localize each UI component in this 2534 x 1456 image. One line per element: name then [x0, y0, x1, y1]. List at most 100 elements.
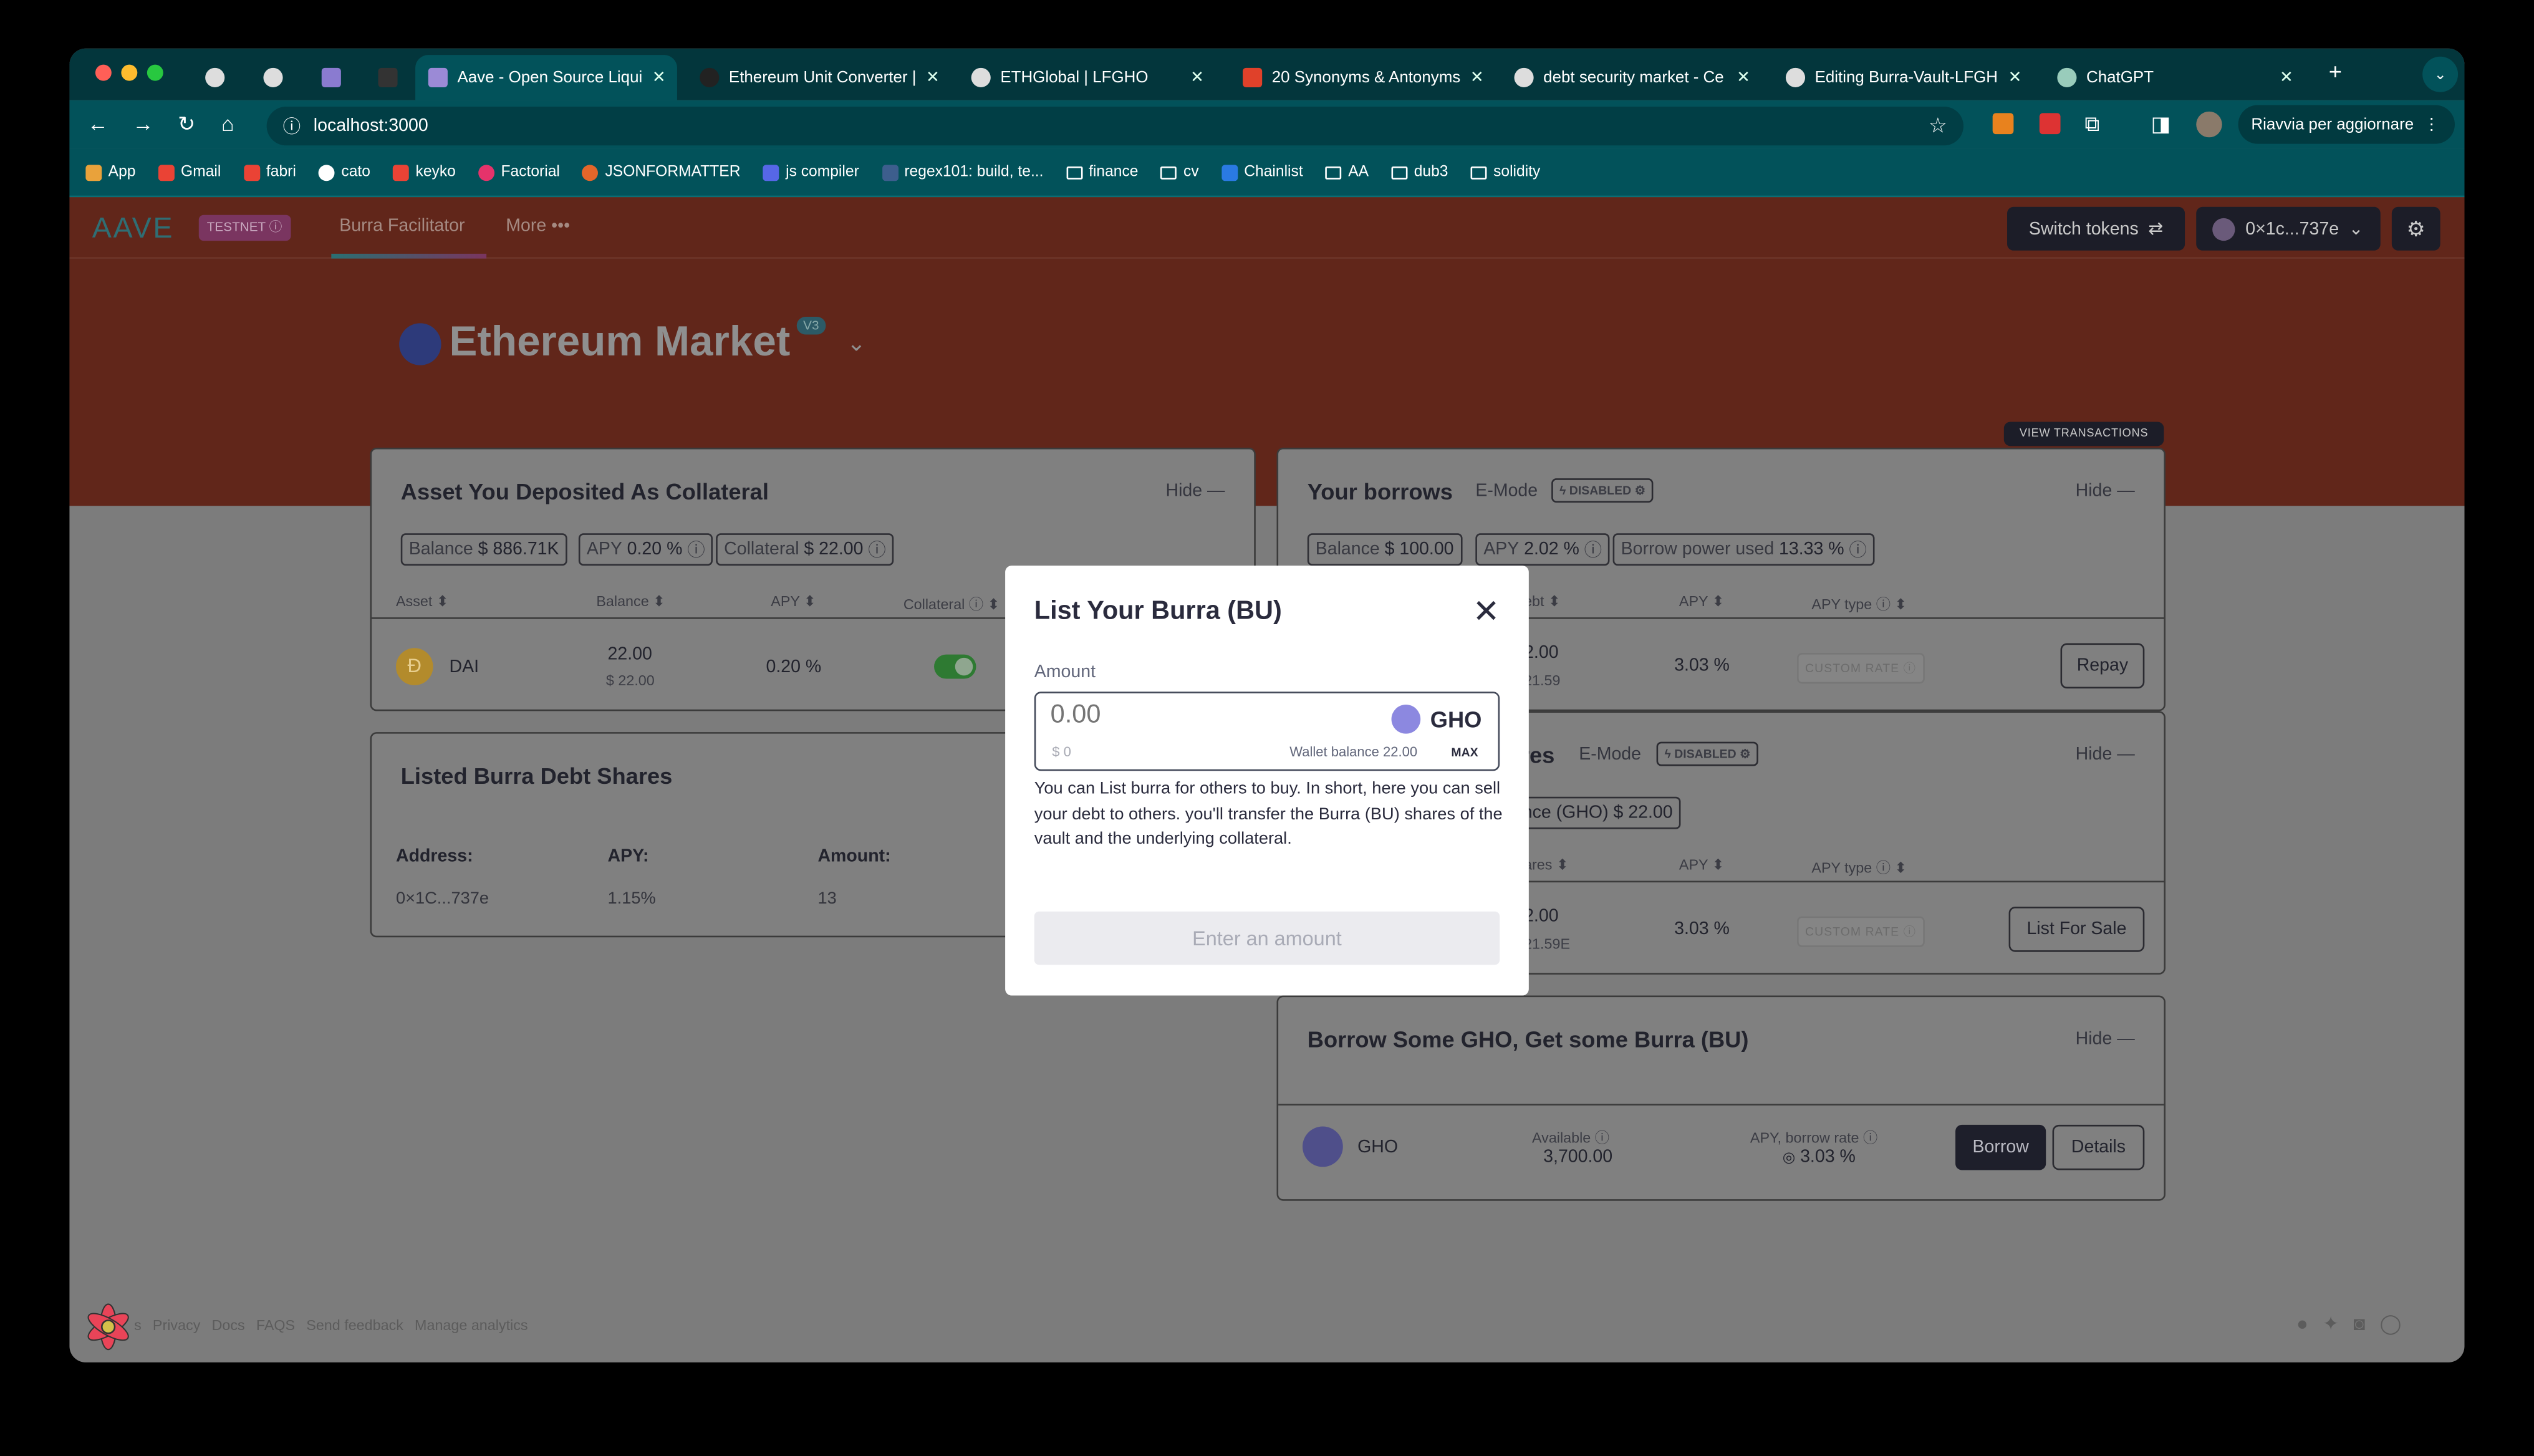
extension-icon[interactable] [2039, 113, 2061, 135]
column-header-apy-type[interactable]: APY type ⓘ ⬍ [1811, 593, 1907, 614]
list-for-sale-button[interactable]: List For Sale [2008, 906, 2145, 952]
tab-chatgpt[interactable]: ChatGPT ✕ [2045, 55, 2306, 100]
column-header-balance[interactable]: Balance ⬍ [596, 593, 665, 611]
tab-google[interactable]: debt security market - Ce ✕ [1501, 55, 1763, 100]
footer-link-faqs[interactable]: FAQS [256, 1317, 295, 1333]
borrow-button[interactable]: Borrow [1955, 1124, 2046, 1170]
emode-status-button[interactable]: ϟ DISABLED ⚙ [1656, 741, 1759, 766]
tab-github-editing[interactable]: Editing Burra-Vault-LFGH ✕ [1773, 55, 2035, 100]
testnet-badge[interactable]: TESTNET ⓘ [198, 215, 291, 241]
close-tab-icon[interactable]: ✕ [1737, 69, 1750, 87]
close-tab-icon[interactable]: ✕ [2008, 69, 2022, 87]
bookmark-folder[interactable]: finance [1066, 163, 1138, 181]
amount-field[interactable]: $ 0 GHO Wallet balance 22.00 MAX [1034, 692, 1500, 771]
profile-avatar[interactable] [2196, 111, 2222, 138]
bookmark-item[interactable]: Chainlist [1221, 163, 1303, 181]
site-info-icon[interactable]: ⓘ [283, 113, 301, 138]
hide-button[interactable]: Hide — [2076, 1029, 2135, 1049]
bookmark-item[interactable]: fabri [243, 163, 296, 181]
close-tab-icon[interactable]: ✕ [1190, 69, 1204, 87]
minimize-window-button[interactable] [121, 64, 138, 81]
column-header-apy-type[interactable]: APY type ⓘ ⬍ [1811, 857, 1907, 878]
emode-status-button[interactable]: ϟ DISABLED ⚙ [1551, 478, 1654, 503]
footer-link-docs[interactable]: Docs [212, 1317, 245, 1333]
amount-input[interactable] [1050, 701, 1342, 731]
info-icon[interactable]: ⓘ [1584, 536, 1602, 562]
discord-icon[interactable]: ◙ [2353, 1313, 2365, 1335]
info-icon[interactable]: ⓘ [687, 536, 705, 562]
hide-button[interactable]: Hide — [2076, 745, 2135, 764]
tab-eth-converter[interactable]: Ethereum Unit Converter | ✕ [687, 55, 943, 100]
column-header-apy[interactable]: APY ⬍ [1679, 593, 1724, 611]
footer-link[interactable]: s [134, 1317, 142, 1333]
column-header-shares[interactable]: ares ⬍ [1524, 857, 1568, 875]
tab-pinned-github-1[interactable] [192, 55, 238, 100]
bookmark-folder[interactable]: solidity [1470, 163, 1540, 181]
bookmark-item[interactable]: keyko [393, 163, 456, 181]
bookmark-star-icon[interactable]: ☆ [1929, 113, 1947, 138]
submit-button[interactable]: Enter an amount [1034, 911, 1500, 965]
extensions-puzzle-icon[interactable]: ⧉ [2084, 112, 2099, 137]
forward-icon[interactable]: → [133, 112, 154, 136]
bookmark-item[interactable]: Factorial [478, 163, 560, 181]
tab-search-button[interactable]: ⌄ [2422, 56, 2459, 92]
bookmark-item[interactable]: js compiler [763, 163, 859, 181]
lens-icon[interactable]: ● [2296, 1313, 2308, 1335]
column-header-asset[interactable]: Asset ⬍ [396, 593, 448, 611]
bookmark-item[interactable]: JSONFORMATTER [582, 163, 741, 181]
close-window-button[interactable] [95, 64, 112, 81]
tab-synonyms[interactable]: 20 Synonyms & Antonyms ✕ [1230, 55, 1491, 100]
footer-link-feedback[interactable]: Send feedback [306, 1317, 403, 1333]
bookmark-item[interactable]: Gmail [158, 163, 221, 181]
close-icon[interactable]: ✕ [1473, 592, 1500, 632]
tab-pinned-pen[interactable] [365, 55, 411, 100]
details-button[interactable]: Details [2052, 1124, 2145, 1170]
footer-link-analytics[interactable]: Manage analytics [415, 1317, 528, 1333]
bookmark-item[interactable]: App [85, 163, 135, 181]
address-bar[interactable]: ⓘ localhost:3000 ☆ [266, 107, 1964, 146]
info-icon[interactable]: ⓘ [1849, 536, 1867, 562]
tab-aave[interactable]: Aave - Open Source Liqui ✕ [415, 55, 677, 100]
reload-icon[interactable]: ↻ [178, 112, 195, 137]
market-chevron-down-icon[interactable]: ⌄ [847, 330, 865, 357]
nav-burra-facilitator[interactable]: Burra Facilitator [339, 216, 465, 236]
collateral-toggle[interactable] [934, 654, 976, 679]
max-button[interactable]: MAX [1451, 745, 1478, 759]
back-icon[interactable]: ← [87, 112, 108, 136]
github-icon[interactable]: ◯ [2380, 1313, 2402, 1335]
market-title[interactable]: Ethereum Market [450, 317, 791, 367]
tab-pinned-app[interactable] [309, 55, 354, 100]
hide-button[interactable]: Hide — [2076, 481, 2135, 501]
close-tab-icon[interactable]: ✕ [926, 69, 940, 87]
info-icon[interactable]: ⓘ [868, 536, 886, 562]
sidebar-icon[interactable]: ◨ [2151, 112, 2171, 137]
bookmark-item[interactable]: regex101: build, te... [882, 163, 1043, 181]
view-transactions-button[interactable]: VIEW TRANSACTIONS [2003, 422, 2164, 446]
column-header-apy[interactable]: APY ⬍ [771, 593, 816, 611]
close-tab-icon[interactable]: ✕ [652, 69, 666, 87]
wallet-button[interactable]: 0×1c...737e ⌄ [2196, 206, 2381, 251]
column-header-debt[interactable]: ebt ⬍ [1524, 593, 1560, 611]
hide-button[interactable]: Hide — [1165, 481, 1225, 501]
repay-button[interactable]: Repay [2060, 643, 2145, 689]
footer-link-privacy[interactable]: Privacy [153, 1317, 200, 1333]
bookmark-item[interactable]: cato [319, 163, 370, 181]
tab-ethglobal[interactable]: ETHGlobal | LFGHO ✕ [958, 55, 1217, 100]
nav-more[interactable]: More ••• [506, 216, 570, 236]
close-tab-icon[interactable]: ✕ [2280, 69, 2293, 87]
relaunch-button[interactable]: Riavvia per aggiornare ⋮ [2238, 105, 2455, 144]
aave-logo[interactable]: AAVE [92, 212, 174, 246]
bookmark-folder[interactable]: AA [1325, 163, 1369, 181]
column-header-collateral[interactable]: Collateral ⓘ ⬍ [903, 593, 1000, 614]
switch-tokens-button[interactable]: Switch tokens ⇄ [2007, 206, 2185, 251]
settings-button[interactable]: ⚙ [2391, 206, 2440, 251]
new-tab-button[interactable]: + [2329, 58, 2342, 84]
maximize-window-button[interactable] [147, 64, 163, 81]
column-header-apy[interactable]: APY ⬍ [1679, 857, 1724, 875]
menu-icon[interactable]: ⋮ [2424, 115, 2440, 133]
listing-address[interactable]: 0×1C...737e [396, 889, 489, 908]
bookmark-folder[interactable]: cv [1160, 163, 1199, 181]
tab-pinned-github-2[interactable] [251, 55, 296, 100]
home-icon[interactable]: ⌂ [221, 112, 234, 136]
bookmark-folder[interactable]: dub3 [1391, 163, 1448, 181]
